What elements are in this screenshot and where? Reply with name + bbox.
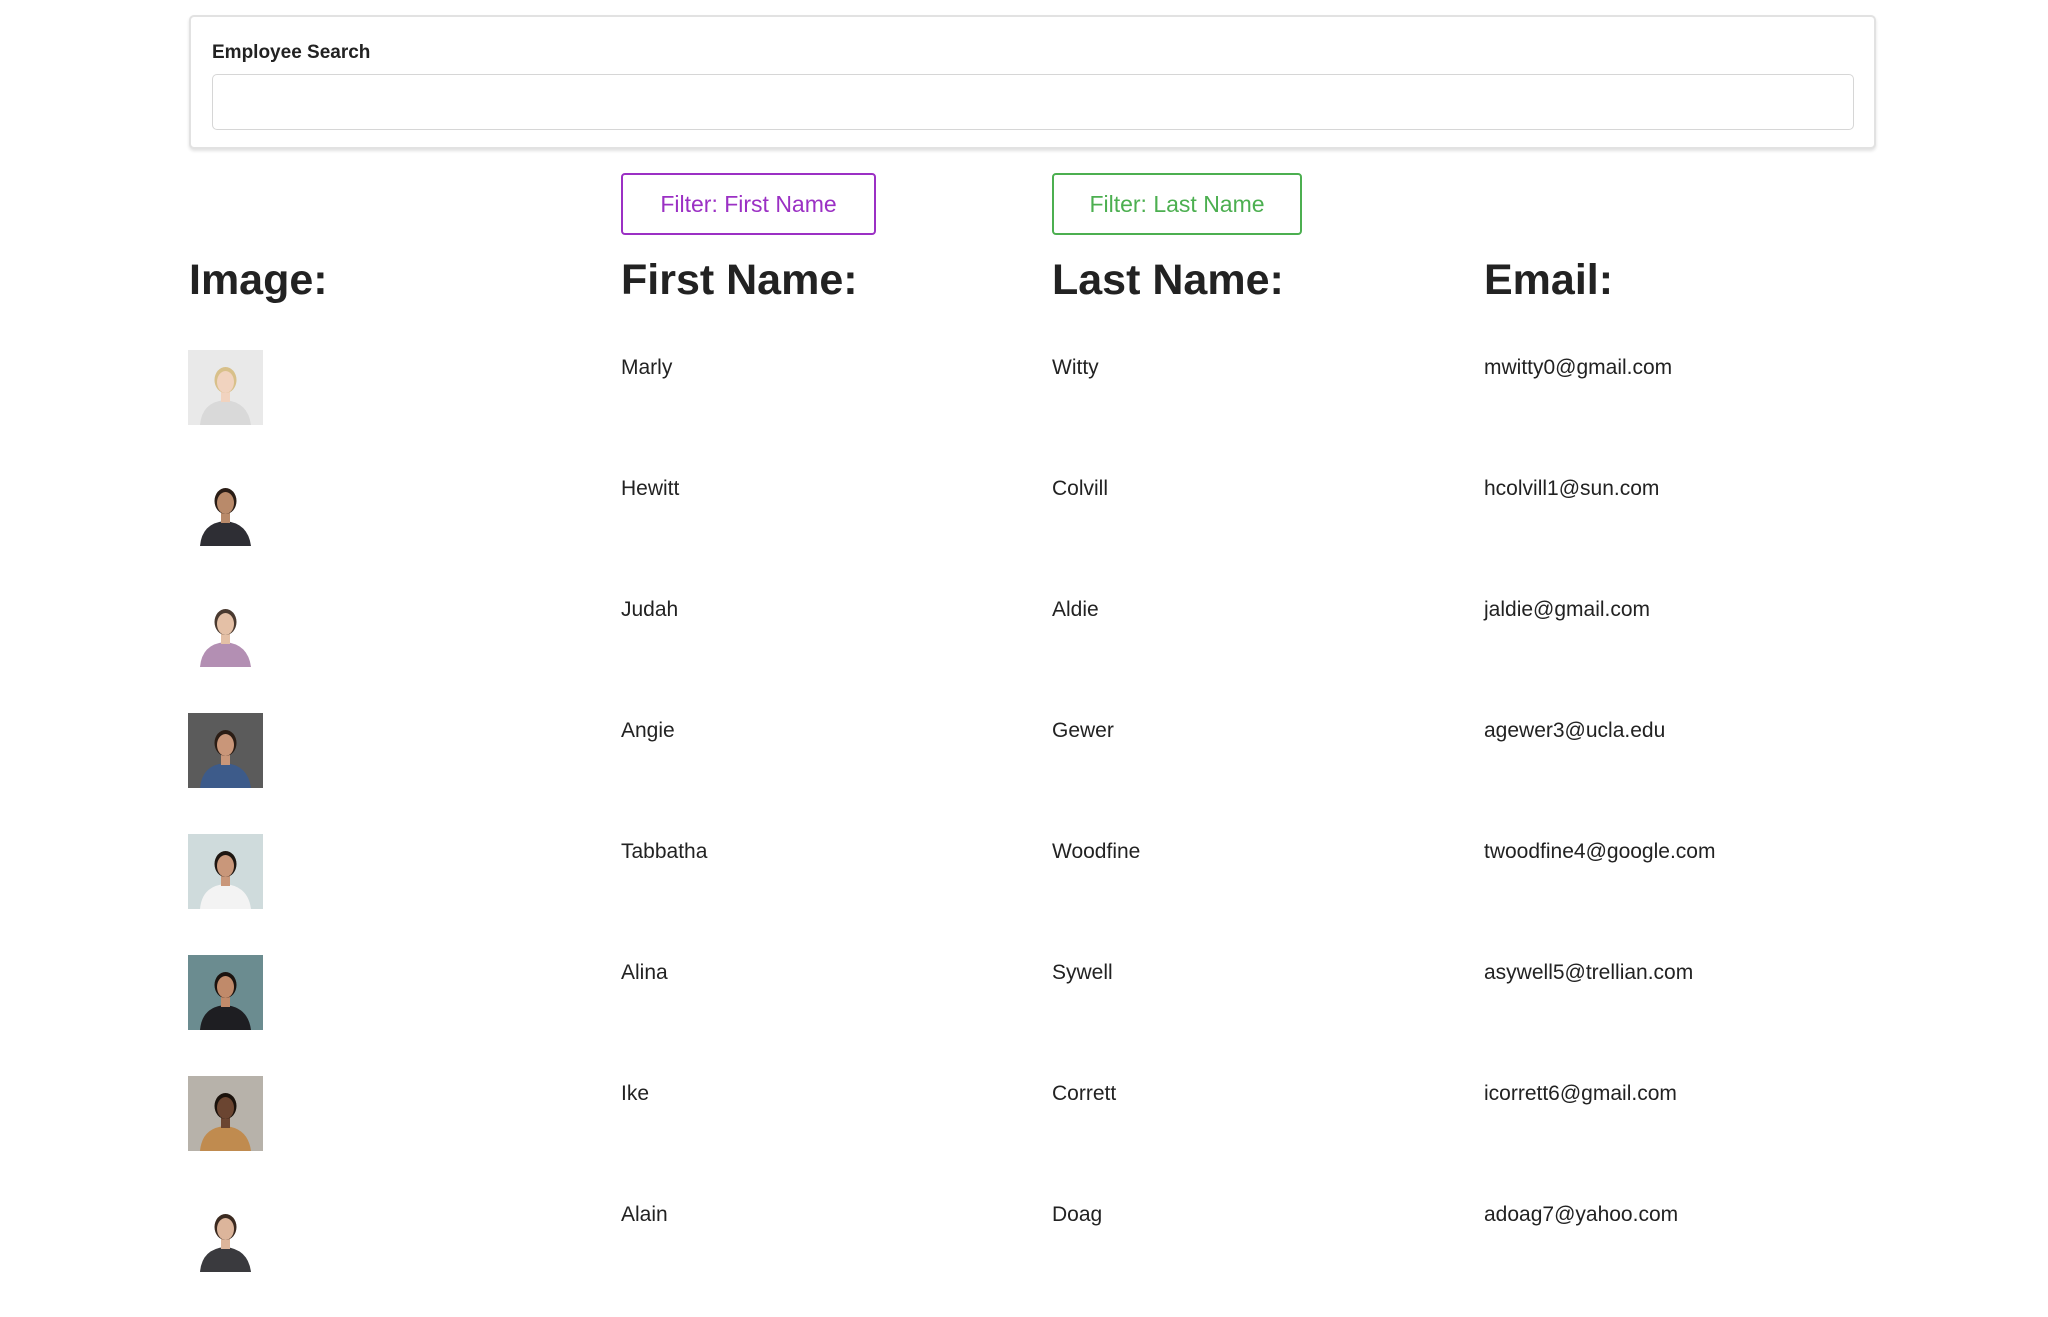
employee-photo	[188, 471, 263, 546]
last-name-cell: Doag	[1052, 1203, 1103, 1226]
last-name-cell: Gewer	[1052, 719, 1114, 742]
email-cell: twoodfine4@google.com	[1484, 840, 1716, 863]
first-name-cell: Ike	[621, 1082, 650, 1105]
filter-last-name-button[interactable]: Filter: Last Name	[1052, 173, 1302, 235]
column-header-image: Image:	[189, 256, 328, 304]
column-header-email: Email:	[1484, 256, 1614, 304]
employee-photo	[188, 1076, 263, 1151]
table-row: Marly Witty mwitty0@gmail.com	[0, 350, 2048, 470]
employee-photo	[188, 592, 263, 667]
last-name-cell: Sywell	[1052, 961, 1113, 984]
email-cell: adoag7@yahoo.com	[1484, 1203, 1679, 1226]
employee-search-input[interactable]	[212, 74, 1854, 130]
email-cell: asywell5@trellian.com	[1484, 961, 1694, 984]
employee-photo	[188, 1197, 263, 1272]
last-name-cell: Witty	[1052, 356, 1099, 379]
email-cell: jaldie@gmail.com	[1484, 598, 1651, 621]
employee-photo	[188, 955, 263, 1030]
first-name-cell: Tabbatha	[621, 840, 708, 863]
table-row: Tabbatha Woodfine twoodfine4@google.com	[0, 834, 2048, 954]
first-name-cell: Judah	[621, 598, 679, 621]
column-header-first-name: First Name:	[621, 256, 858, 304]
table-row: Angie Gewer agewer3@ucla.edu	[0, 713, 2048, 833]
table-row: Hewitt Colvill hcolvill1@sun.com	[0, 471, 2048, 591]
first-name-cell: Angie	[621, 719, 675, 742]
table-row: Alain Doag adoag7@yahoo.com	[0, 1197, 2048, 1317]
table-row: Ike Corrett icorrett6@gmail.com	[0, 1076, 2048, 1196]
email-cell: hcolvill1@sun.com	[1484, 477, 1660, 500]
last-name-cell: Corrett	[1052, 1082, 1117, 1105]
email-cell: agewer3@ucla.edu	[1484, 719, 1666, 742]
filter-first-name-button[interactable]: Filter: First Name	[621, 173, 876, 235]
search-label: Employee Search	[212, 42, 371, 63]
email-cell: icorrett6@gmail.com	[1484, 1082, 1677, 1105]
table-row: Judah Aldie jaldie@gmail.com	[0, 592, 2048, 712]
employee-photo	[188, 713, 263, 788]
last-name-cell: Woodfine	[1052, 840, 1141, 863]
table-row: Alina Sywell asywell5@trellian.com	[0, 955, 2048, 1075]
first-name-cell: Marly	[621, 356, 673, 379]
first-name-cell: Alina	[621, 961, 668, 984]
employee-photo	[188, 834, 263, 909]
column-header-last-name: Last Name:	[1052, 256, 1284, 304]
last-name-cell: Aldie	[1052, 598, 1099, 621]
email-cell: mwitty0@gmail.com	[1484, 356, 1673, 379]
last-name-cell: Colvill	[1052, 477, 1109, 500]
employee-search-card: Employee Search	[189, 15, 1876, 149]
employee-photo	[188, 350, 263, 425]
first-name-cell: Alain	[621, 1203, 668, 1226]
first-name-cell: Hewitt	[621, 477, 680, 500]
